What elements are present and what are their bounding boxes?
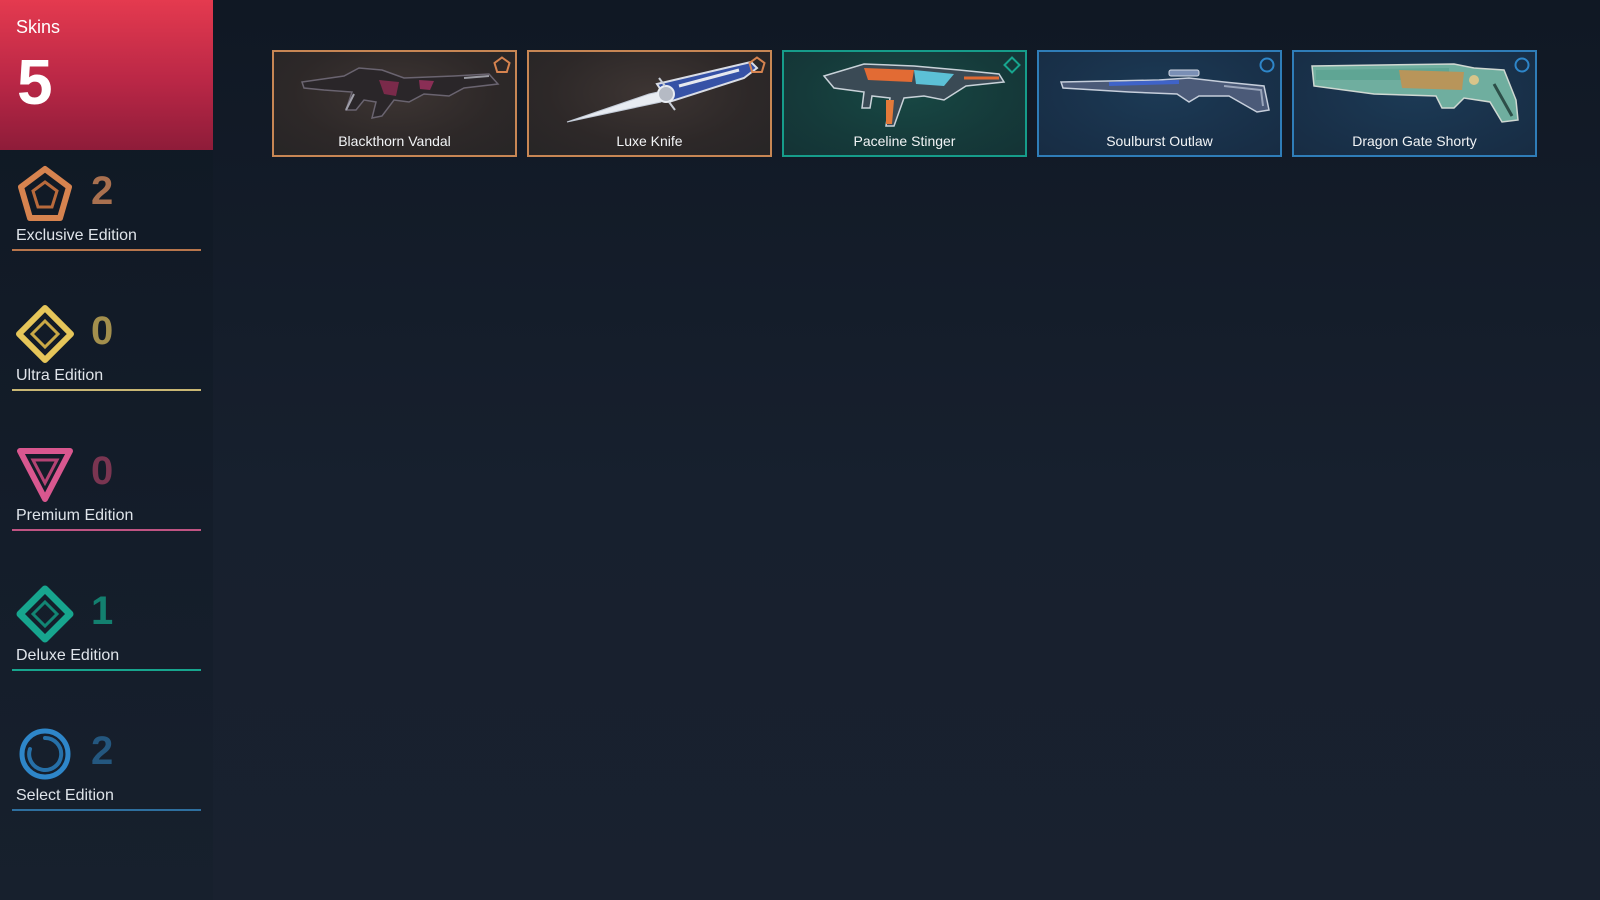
skin-card-blackthorn-vandal[interactable]: Blackthorn Vandal	[272, 50, 517, 157]
skin-card-name: Soulburst Outlaw	[1106, 133, 1213, 149]
skin-card-name: Dragon Gate Shorty	[1352, 133, 1477, 149]
select-tier-badge-icon	[1259, 57, 1275, 73]
edition-ultra-label: Ultra Edition	[16, 367, 104, 384]
sidebar: Skins 5 2 Exclusive Edition 0 Ultra Edit…	[0, 0, 213, 900]
skins-count: 5	[17, 46, 53, 118]
edition-ultra-divider	[12, 389, 201, 391]
exclusive-tier-badge-icon	[493, 56, 511, 73]
edition-select[interactable]: 2 Select Edition	[12, 725, 201, 835]
sniper-rifle-icon	[1059, 69, 1270, 113]
edition-select-divider	[12, 809, 201, 811]
edition-exclusive[interactable]: 2 Exclusive Edition	[12, 165, 201, 275]
edition-select-label: Select Edition	[16, 787, 114, 804]
edition-select-count: 2	[91, 729, 114, 773]
edition-deluxe-count: 1	[91, 589, 114, 633]
skin-card-dragon-gate-shorty[interactable]: Dragon Gate Shorty	[1292, 50, 1537, 157]
smg-icon	[822, 63, 1006, 127]
skin-card-luxe-knife[interactable]: Luxe Knife	[527, 50, 772, 157]
skin-card-soulburst-outlaw[interactable]: Soulburst Outlaw	[1037, 50, 1282, 157]
deluxe-edition-icon	[16, 585, 74, 643]
rifle-icon	[301, 67, 500, 119]
app-root: Skins 5 2 Exclusive Edition 0 Ultra Edit…	[0, 0, 1600, 900]
edition-exclusive-divider	[12, 249, 201, 251]
edition-exclusive-label: Exclusive Edition	[16, 227, 137, 244]
edition-premium[interactable]: 0 Premium Edition	[12, 445, 201, 555]
exclusive-edition-icon	[18, 166, 72, 221]
select-tier-badge-icon	[1514, 57, 1530, 73]
edition-premium-count: 0	[91, 449, 114, 493]
premium-edition-icon	[17, 448, 73, 502]
edition-premium-divider	[12, 529, 201, 531]
skin-card-paceline-stinger[interactable]: Paceline Stinger	[782, 50, 1027, 157]
edition-ultra-count: 0	[91, 309, 114, 353]
skin-card-row: Blackthorn Vandal Luxe Knife Paceline St…	[272, 50, 1542, 159]
skins-label: Skins	[16, 17, 61, 37]
shotgun-icon	[1311, 63, 1519, 123]
ultra-edition-icon	[16, 305, 74, 363]
edition-premium-label: Premium Edition	[16, 507, 134, 524]
skin-card-name: Blackthorn Vandal	[338, 133, 451, 149]
edition-deluxe-label: Deluxe Edition	[16, 647, 120, 664]
edition-ultra[interactable]: 0 Ultra Edition	[12, 305, 201, 415]
knife-icon	[566, 60, 759, 123]
skins-summary-panel: Skins 5	[0, 0, 213, 150]
skin-card-name: Luxe Knife	[616, 133, 683, 149]
deluxe-tier-badge-icon	[1003, 56, 1021, 74]
edition-exclusive-count: 2	[91, 169, 114, 213]
edition-deluxe[interactable]: 1 Deluxe Edition	[12, 585, 201, 695]
select-edition-icon	[19, 728, 71, 780]
edition-deluxe-divider	[12, 669, 201, 671]
skin-card-name: Paceline Stinger	[853, 133, 956, 149]
exclusive-tier-badge-icon	[748, 56, 766, 73]
